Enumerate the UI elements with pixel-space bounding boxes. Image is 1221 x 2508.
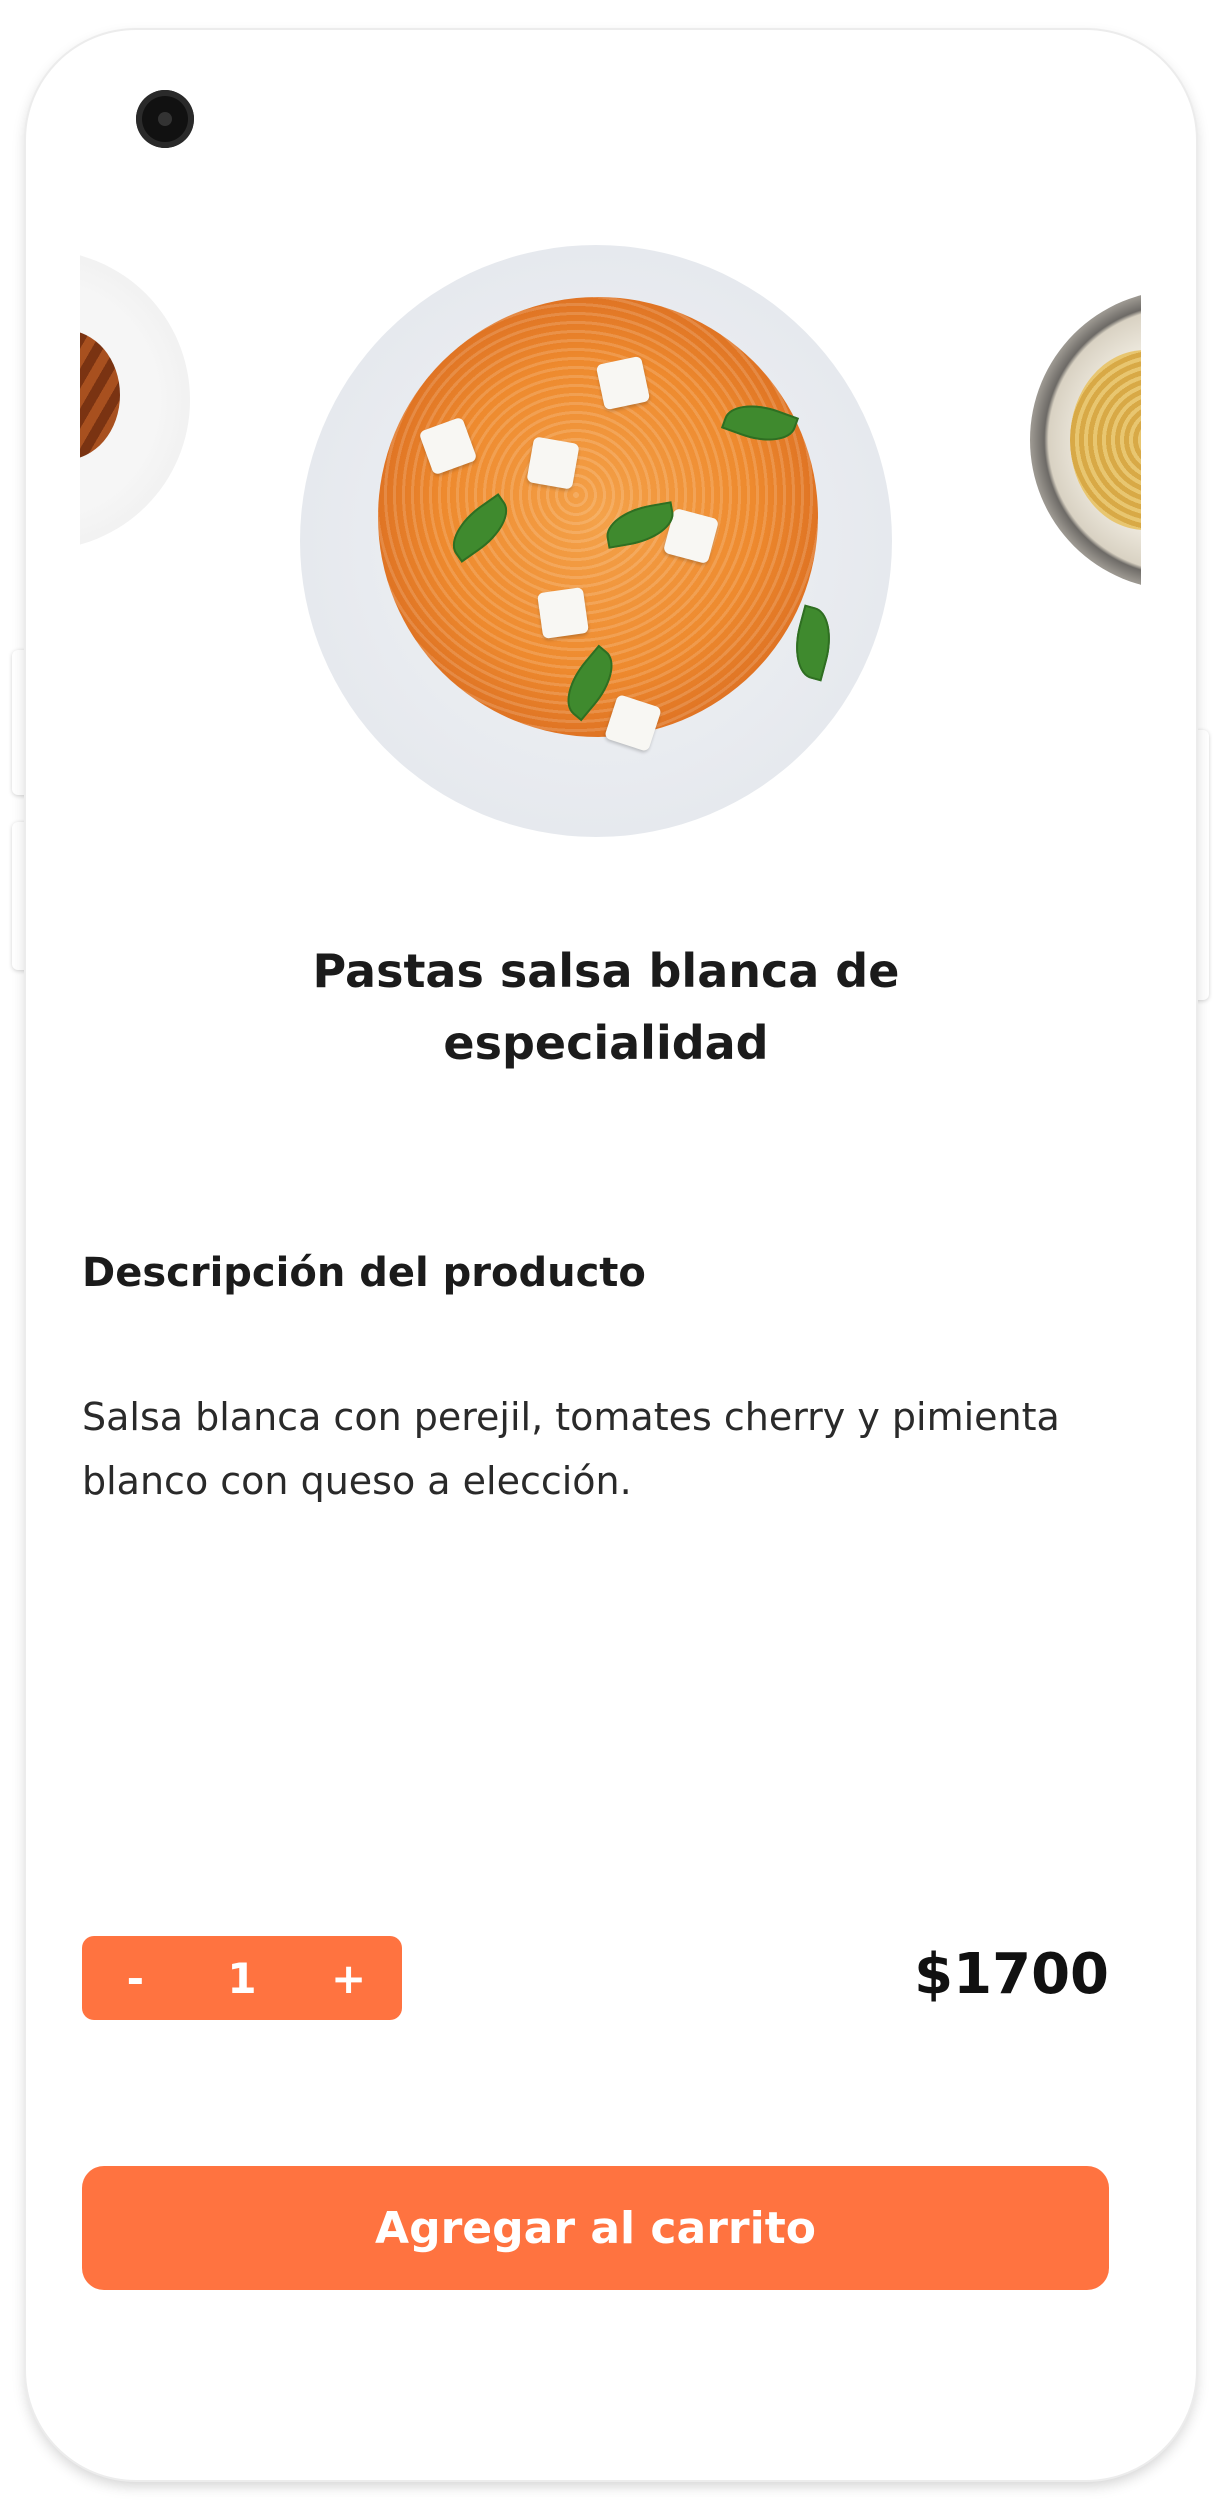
description-heading: Descripción del producto bbox=[82, 1250, 646, 1296]
product-image bbox=[300, 245, 892, 837]
basil-leaf-graphic bbox=[786, 604, 840, 682]
prev-dish-food bbox=[80, 330, 120, 460]
carousel-next-dish-image[interactable] bbox=[1030, 290, 1141, 590]
quantity-value: 1 bbox=[227, 1953, 257, 2003]
product-image-carousel[interactable] bbox=[80, 230, 1141, 870]
screen: Pastas salsa blanca de especialidad Desc… bbox=[0, 0, 1221, 2508]
quantity-increment-button[interactable]: + bbox=[304, 1954, 394, 2003]
front-camera-icon bbox=[136, 90, 194, 148]
carousel-prev-dish-image[interactable] bbox=[80, 250, 190, 550]
cheese-cube-graphic bbox=[537, 587, 589, 639]
cheese-cube-graphic bbox=[526, 436, 580, 490]
add-to-cart-button[interactable]: Agregar al carrito bbox=[82, 2166, 1109, 2290]
quantity-stepper: - 1 + bbox=[82, 1936, 402, 2020]
phone-frame: Pastas salsa blanca de especialidad Desc… bbox=[26, 30, 1196, 2480]
product-description: Salsa blanca con perejil, tomates cherry… bbox=[82, 1395, 1060, 1503]
cheese-cube-graphic bbox=[595, 355, 651, 411]
product-title: Pastas salsa blanca de especialidad bbox=[312, 944, 900, 1070]
next-dish-food bbox=[1070, 350, 1141, 530]
quantity-decrement-button[interactable]: - bbox=[90, 1954, 180, 2003]
product-price: $1700 bbox=[914, 1942, 1109, 2007]
